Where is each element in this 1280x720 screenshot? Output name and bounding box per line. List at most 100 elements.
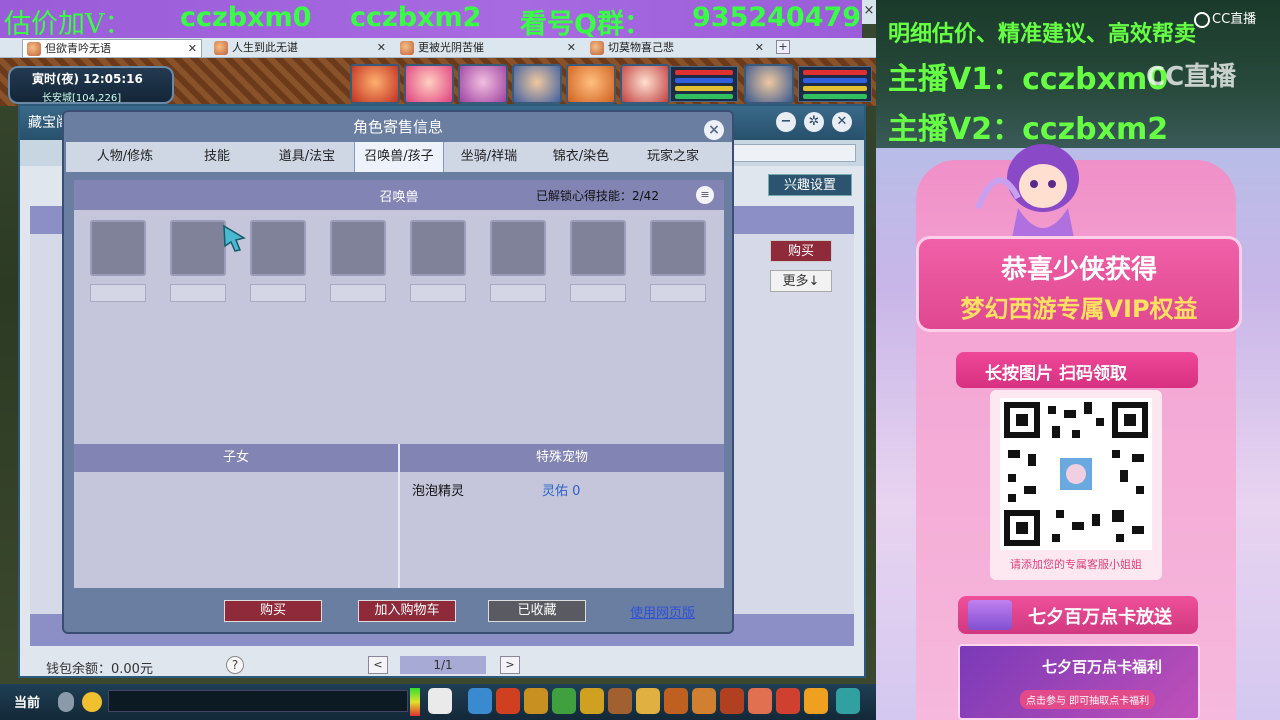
exp-bar xyxy=(675,94,733,99)
browser-tab-3[interactable]: 更被光阴苦催 ✕ xyxy=(396,39,580,57)
browser-tab-bar: 但欲青吟无语 ✕ 人生到此无谌 ✕ 更被光阴苦催 ✕ 切莫物喜己悲 ✕ + xyxy=(0,38,876,58)
buy-button-side[interactable]: 购买 xyxy=(770,240,832,262)
streamer-contact-1: 主播V1：cczbxm0 xyxy=(888,62,1169,97)
summon-slot[interactable] xyxy=(330,220,386,276)
summon-name-field xyxy=(570,284,626,302)
window-close-button[interactable]: ✕ xyxy=(832,112,852,132)
bag-icon[interactable] xyxy=(608,688,632,714)
tab-mounts[interactable]: 坐骑/祥瑞 xyxy=(444,142,534,172)
page-next-button[interactable]: > xyxy=(500,656,520,674)
game-avatar-icon xyxy=(400,41,414,55)
summon-name-field xyxy=(250,284,306,302)
pet-icon[interactable] xyxy=(428,688,452,714)
guild-icon[interactable] xyxy=(664,688,688,714)
emoji-icon[interactable] xyxy=(82,692,102,712)
close-icon[interactable]: ✕ xyxy=(567,39,576,57)
party-portrait[interactable] xyxy=(620,64,670,104)
quest-icon[interactable] xyxy=(636,688,660,714)
party-portrait[interactable] xyxy=(512,64,562,104)
special-pet-name: 泡泡精灵 xyxy=(412,484,465,499)
browser-tab-4[interactable]: 切莫物喜己悲 ✕ xyxy=(586,39,768,57)
microphone-icon[interactable] xyxy=(58,692,74,712)
banner-segment-5: 935240479 xyxy=(692,2,862,33)
special-pet-value: 灵佑 0 xyxy=(542,484,581,499)
new-tab-button[interactable]: + xyxy=(776,40,790,54)
summon-slot[interactable] xyxy=(570,220,626,276)
summon-slot[interactable] xyxy=(650,220,706,276)
player-portrait[interactable] xyxy=(744,64,794,104)
summon-slot[interactable] xyxy=(90,220,146,276)
banner-segment-2: cczbxm0 xyxy=(180,2,312,33)
qixi-text: 七夕百万点卡放送 xyxy=(1028,607,1172,628)
party-portrait[interactable] xyxy=(404,64,454,104)
add-to-cart-button[interactable]: 加入购物车 xyxy=(358,600,456,622)
service-slogan: 明细估价、精准建议、高效帮卖 xyxy=(888,22,1197,47)
tab-outfits[interactable]: 锦衣/染色 xyxy=(536,142,626,172)
page-indicator: 1/1 xyxy=(400,656,486,674)
hp-bar xyxy=(675,70,733,75)
close-icon[interactable]: ✕ xyxy=(755,39,764,57)
chat-input[interactable] xyxy=(108,690,408,712)
minimize-button[interactable]: − xyxy=(776,112,796,132)
settings-gear-icon[interactable]: ✲ xyxy=(804,112,824,132)
party-portrait[interactable] xyxy=(350,64,400,104)
game-avatar-icon xyxy=(27,42,41,56)
summon-slot[interactable] xyxy=(170,220,226,276)
buy-button[interactable]: 购买 xyxy=(224,600,322,622)
shop-icon[interactable] xyxy=(692,688,716,714)
page-prev-button[interactable]: < xyxy=(368,656,388,674)
scan-banner: 长按图片 扫码领取 xyxy=(956,352,1198,388)
qixi-ad-card[interactable]: 七夕百万点卡福利 点击参与 即可抽取点卡福利 xyxy=(958,644,1200,720)
interest-settings-button[interactable]: 兴趣设置 xyxy=(768,174,852,196)
qr-code-frame: 请添加您的专属客服小姐姐 xyxy=(990,390,1162,580)
browser-tab-label: 切莫物喜己悲 xyxy=(608,41,674,54)
current-channel-button[interactable]: 当前 xyxy=(14,692,40,711)
browser-tab-2[interactable]: 人生到此无谌 ✕ xyxy=(210,39,390,57)
mp-bar xyxy=(675,78,733,83)
game-clock: 寅时(夜) 12:05:16 长安城[104,226] xyxy=(8,66,174,104)
tab-character[interactable]: 人物/修炼 xyxy=(80,142,170,172)
friends-icon[interactable] xyxy=(580,688,604,714)
promo-banner: 估价加V： cczbxm0 cczbxm2 看号Q群： 935240479 xyxy=(0,0,862,40)
summon-slot[interactable] xyxy=(250,220,306,276)
menu-icon[interactable]: ≡ xyxy=(696,186,714,204)
tab-player-home[interactable]: 玩家之家 xyxy=(628,142,718,172)
summon-slot[interactable] xyxy=(410,220,466,276)
volume-meter xyxy=(410,688,420,716)
more-dropdown-button[interactable]: 更多↓ xyxy=(770,270,832,292)
tab-skills[interactable]: 技能 xyxy=(172,142,262,172)
close-icon[interactable]: ✕ xyxy=(377,39,386,57)
web-version-link[interactable]: 使用网页版 xyxy=(630,602,695,621)
team-icon[interactable] xyxy=(552,688,576,714)
skill-icon[interactable] xyxy=(468,688,492,714)
ad-title: 七夕百万点卡福利 xyxy=(1042,658,1163,676)
ranking-icon[interactable] xyxy=(776,688,800,714)
banner-segment-4: 看号Q群： xyxy=(520,9,651,40)
item-icon[interactable] xyxy=(524,688,548,714)
qr-code-image[interactable] xyxy=(1000,398,1152,550)
party-portrait[interactable] xyxy=(566,64,616,104)
close-icon[interactable]: ✕ xyxy=(188,40,197,58)
mouse-cursor-icon xyxy=(223,224,246,252)
qr-note: 请添加您的专属客服小姐姐 xyxy=(1010,558,1142,571)
system-icon[interactable] xyxy=(804,688,828,714)
summon-name-field xyxy=(170,284,226,302)
summon-name-field xyxy=(330,284,386,302)
help-icon[interactable]: ? xyxy=(226,656,244,674)
dialog-close-button[interactable]: × xyxy=(704,120,724,140)
congrats-card: 恭喜少侠获得 梦幻西游专属VIP权益 xyxy=(916,236,1242,332)
collected-button[interactable]: 已收藏 xyxy=(488,600,586,622)
tab-items[interactable]: 道具/法宝 xyxy=(262,142,352,172)
summon-name-field xyxy=(410,284,466,302)
party-portrait[interactable] xyxy=(458,64,508,104)
browser-tab-1[interactable]: 但欲青吟无语 ✕ xyxy=(22,39,202,57)
attack-icon[interactable] xyxy=(496,688,520,714)
tab-summons-children[interactable]: 召唤兽/孩子 xyxy=(354,142,444,172)
event-icon[interactable] xyxy=(720,688,744,714)
banner-close-button[interactable]: × xyxy=(862,0,876,24)
section-divider xyxy=(398,444,400,588)
summon-slot[interactable] xyxy=(490,220,546,276)
qixi-banner[interactable]: 七夕百万点卡放送 xyxy=(958,596,1198,634)
settings-icon[interactable] xyxy=(836,688,860,714)
gift-icon[interactable] xyxy=(748,688,772,714)
